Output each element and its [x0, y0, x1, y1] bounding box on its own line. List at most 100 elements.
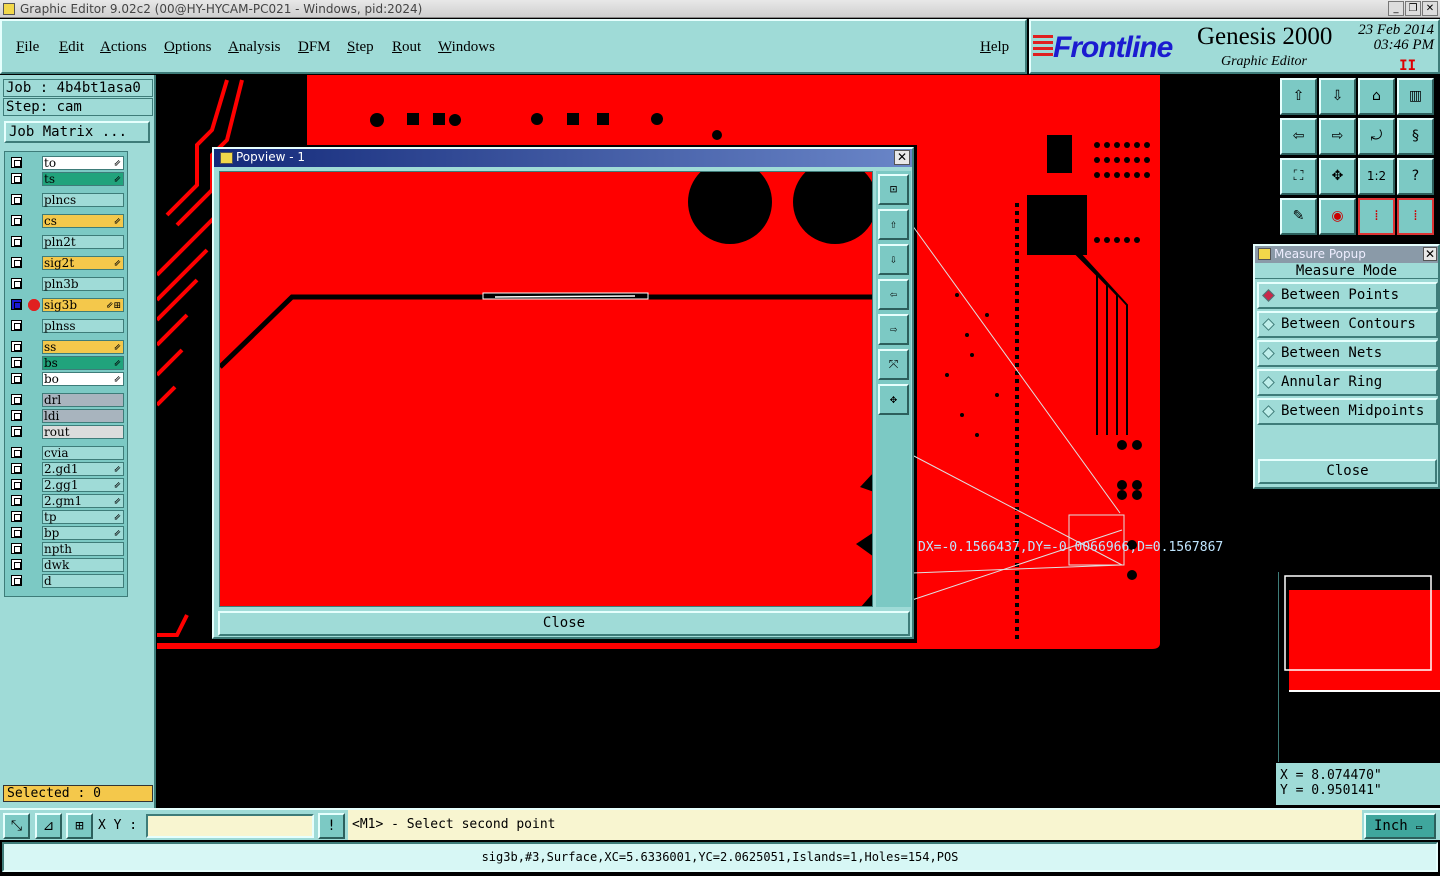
layer-checkbox[interactable] [11, 357, 22, 368]
menu-actions[interactable]: Actions [100, 39, 147, 56]
layer-checkbox[interactable] [11, 447, 22, 458]
layer-row[interactable]: 2.gm1 ⇙ [7, 494, 127, 508]
layer-checkbox[interactable] [11, 463, 22, 474]
split-view-icon[interactable]: ▥ [1397, 78, 1434, 115]
menu-options[interactable]: Options [164, 39, 212, 56]
layer-name[interactable]: to ⇙ [42, 156, 124, 170]
home-icon[interactable]: ⌂ [1358, 78, 1395, 115]
layer-name[interactable]: plnss [42, 319, 124, 333]
layer-row[interactable]: bp ⇙ [7, 526, 127, 540]
layer-row[interactable]: pln2t [7, 235, 127, 249]
layer-name[interactable]: d [42, 574, 124, 588]
menu-rout[interactable]: Rout [392, 39, 421, 56]
snap-icon[interactable]: ⤡ [3, 813, 30, 839]
zoom-move-icon[interactable]: ✥ [1319, 158, 1356, 195]
layer-checkbox[interactable] [11, 236, 22, 247]
maximize-button[interactable]: ❐ [1405, 1, 1421, 16]
layer-checkbox[interactable] [11, 527, 22, 538]
layer-checkbox[interactable] [11, 215, 22, 226]
layer-name[interactable]: ts ⇙ [42, 172, 124, 186]
layer-name[interactable]: dwk [42, 558, 124, 572]
measure-popup-close-icon[interactable]: ✕ [1423, 247, 1437, 261]
layer-row[interactable]: ss ⇙ [7, 340, 127, 354]
layer-checkbox[interactable] [11, 299, 22, 310]
layer-name[interactable]: bp ⇙ [42, 526, 124, 540]
unit-selector[interactable]: Inch ▭ [1364, 813, 1436, 839]
menu-edit[interactable]: Edit [59, 39, 84, 56]
angle-snap-icon[interactable]: ⊿ [35, 813, 62, 839]
layer-name[interactable]: bs ⇙ [42, 356, 124, 370]
layer-checkbox[interactable] [11, 426, 22, 437]
popview-canvas[interactable] [219, 171, 873, 607]
layer-row[interactable]: bo ⇙ [7, 372, 127, 386]
layer-checkbox[interactable] [11, 394, 22, 405]
measure-option-between-contours[interactable]: Between Contours [1257, 311, 1438, 338]
pause-icon[interactable]: II [1399, 58, 1416, 74]
mirror-icon[interactable]: § [1397, 118, 1434, 155]
layer-row[interactable]: d [7, 574, 127, 588]
pan-down-icon[interactable]: ⇩ [1319, 78, 1356, 115]
layer-checkbox[interactable] [11, 373, 22, 384]
layer-row[interactable]: cs ⇙ [7, 214, 127, 228]
layer-row[interactable]: npth [7, 542, 127, 556]
menu-step[interactable]: Step [347, 39, 374, 56]
measure-option-annular-ring[interactable]: Annular Ring [1257, 369, 1438, 396]
layer-row[interactable]: cvia [7, 446, 127, 460]
layer-checkbox[interactable] [11, 410, 22, 421]
net-icon[interactable]: ⁞ [1358, 198, 1395, 235]
pan-right-icon[interactable]: ⇨ [1319, 118, 1356, 155]
alert-icon[interactable]: ! [318, 813, 345, 839]
grid-snap-icon[interactable]: ⊞ [66, 813, 93, 839]
xy-input[interactable] [146, 814, 314, 838]
layer-row[interactable]: 2.gg1 ⇙ [7, 478, 127, 492]
menu-windows[interactable]: Windows [438, 39, 495, 56]
layer-row[interactable]: plncs [7, 193, 127, 207]
layer-row[interactable]: pln3b [7, 277, 127, 291]
menu-file[interactable]: File [16, 39, 39, 56]
layer-name[interactable]: sig2t ⇙ [42, 256, 124, 270]
menu-analysis[interactable]: Analysis [228, 39, 281, 56]
layer-row[interactable]: plnss [7, 319, 127, 333]
layer-name[interactable]: 2.gg1 ⇙ [42, 478, 124, 492]
layer-name[interactable]: pln3b [42, 277, 124, 291]
layer-name[interactable]: 2.gd1 ⇙ [42, 462, 124, 476]
layer-name[interactable]: drl [42, 393, 124, 407]
measure-option-between-midpoints[interactable]: Between Midpoints [1257, 398, 1438, 425]
measure-option-between-points[interactable]: Between Points [1257, 282, 1438, 309]
layer-row[interactable]: ts ⇙ [7, 172, 127, 186]
layer-checkbox[interactable] [11, 511, 22, 522]
layer-name[interactable]: cs ⇙ [42, 214, 124, 228]
menu-dfm[interactable]: DFM [298, 39, 331, 56]
popview-close-button[interactable]: Close [218, 611, 910, 636]
measure-close-button[interactable]: Close [1258, 459, 1437, 484]
layer-name[interactable]: cvia [42, 446, 124, 460]
layer-row[interactable]: to ⇙ [7, 156, 127, 170]
layer-checkbox[interactable] [11, 257, 22, 268]
layer-row[interactable]: bs ⇙ [7, 356, 127, 370]
layer-checkbox[interactable] [11, 157, 22, 168]
layer-checkbox[interactable] [11, 559, 22, 570]
layer-name[interactable]: ldi [42, 409, 124, 423]
layer-name[interactable]: sig3b ⇙⊞ [42, 298, 124, 312]
layer-checkbox[interactable] [11, 341, 22, 352]
layer-name[interactable]: tp ⇙ [42, 510, 124, 524]
pan-left-icon[interactable]: ⇦ [1280, 118, 1317, 155]
layer-row[interactable]: rout [7, 425, 127, 439]
layer-row[interactable]: dwk [7, 558, 127, 572]
job-matrix-button[interactable]: Job Matrix ... [4, 121, 150, 143]
measure-icon[interactable]: ◉ [1319, 198, 1356, 235]
layer-checkbox[interactable] [11, 495, 22, 506]
tools-icon[interactable]: ✎ [1280, 198, 1317, 235]
minimize-button[interactable]: _ [1388, 1, 1404, 16]
layer-checkbox[interactable] [11, 320, 22, 331]
layer-checkbox[interactable] [11, 575, 22, 586]
help-icon[interactable]: ? [1397, 158, 1434, 195]
layer-checkbox[interactable] [11, 173, 22, 184]
layer-name[interactable]: 2.gm1 ⇙ [42, 494, 124, 508]
layer-checkbox[interactable] [11, 543, 22, 554]
layer-checkbox[interactable] [11, 194, 22, 205]
popview-close-icon[interactable]: ✕ [894, 150, 910, 165]
layer-checkbox[interactable] [11, 278, 22, 289]
layer-row[interactable]: ldi [7, 409, 127, 423]
menu-help[interactable]: Help [980, 39, 1009, 56]
